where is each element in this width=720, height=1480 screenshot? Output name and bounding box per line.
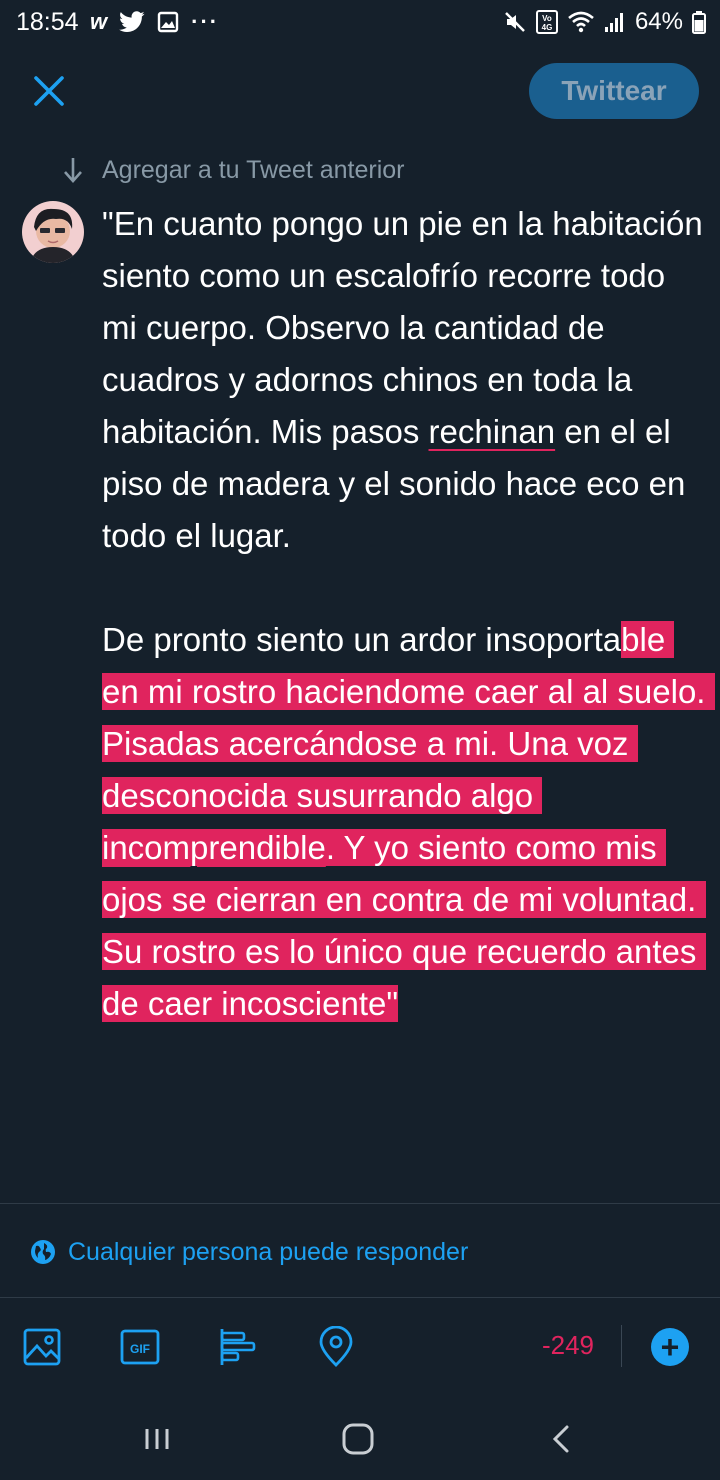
tweet-text-input[interactable]: "En cuanto pongo un pie en la habitación…: [102, 198, 715, 1030]
avatar: [22, 201, 84, 263]
battery-icon: [692, 11, 706, 34]
svg-text:Vo: Vo: [542, 14, 552, 23]
system-status-icons: Vo 4G 64%: [503, 8, 706, 36]
home-icon[interactable]: [338, 1419, 378, 1459]
mute-icon: [505, 12, 525, 32]
reply-setting-label: Cualquier persona puede responder: [68, 1237, 469, 1266]
notification-icons: w ···: [90, 8, 219, 36]
more-icon: ···: [191, 9, 220, 34]
svg-text:4G: 4G: [542, 23, 553, 32]
image-icon[interactable]: [22, 1326, 64, 1368]
gallery-icon: [157, 11, 179, 33]
add-to-previous-tweet[interactable]: Agregar a tu Tweet anterior: [62, 152, 405, 188]
gif-icon[interactable]: GIF: [120, 1326, 162, 1368]
arrow-down-icon: [64, 158, 82, 183]
divider: [0, 1203, 720, 1204]
divider: [0, 1297, 720, 1298]
tweet-button[interactable]: Twittear: [529, 63, 699, 119]
wifi-icon: [568, 11, 594, 33]
reply-setting[interactable]: Cualquier persona puede responder: [30, 1234, 468, 1270]
signal-icon: [604, 13, 623, 32]
recents-icon[interactable]: [138, 1419, 178, 1459]
battery-percent: 64%: [634, 8, 683, 35]
status-bar: 18:54 w ··· Vo 4G 64%: [0, 0, 720, 44]
poll-icon[interactable]: [218, 1326, 260, 1368]
status-time: 18:54: [16, 8, 79, 36]
add-to-previous-label: Agregar a tu Tweet anterior: [102, 155, 405, 184]
compose-tweet-screen: 18:54 w ··· Vo 4G 64% Twittear Agregar a…: [0, 0, 720, 1480]
globe-icon: [31, 1240, 55, 1264]
misspelled-word[interactable]: rechinan: [429, 413, 556, 450]
gif-label: GIF: [130, 1342, 150, 1356]
character-counter: -249: [541, 1330, 595, 1360]
misspelled-word[interactable]: incomprendible: [102, 829, 326, 866]
twitter-icon: [119, 11, 145, 32]
back-icon[interactable]: [542, 1419, 582, 1459]
toolbar-separator: [621, 1325, 622, 1367]
add-tweet-button[interactable]: +: [651, 1328, 689, 1366]
location-icon[interactable]: [316, 1326, 358, 1368]
navigation-bar: [0, 1397, 720, 1480]
volte-icon: Vo 4G: [535, 10, 558, 34]
tweet-text-part: De pronto siento un ardor insoporta: [102, 621, 622, 658]
wattpad-icon: w: [90, 9, 108, 34]
close-icon[interactable]: [30, 72, 68, 110]
